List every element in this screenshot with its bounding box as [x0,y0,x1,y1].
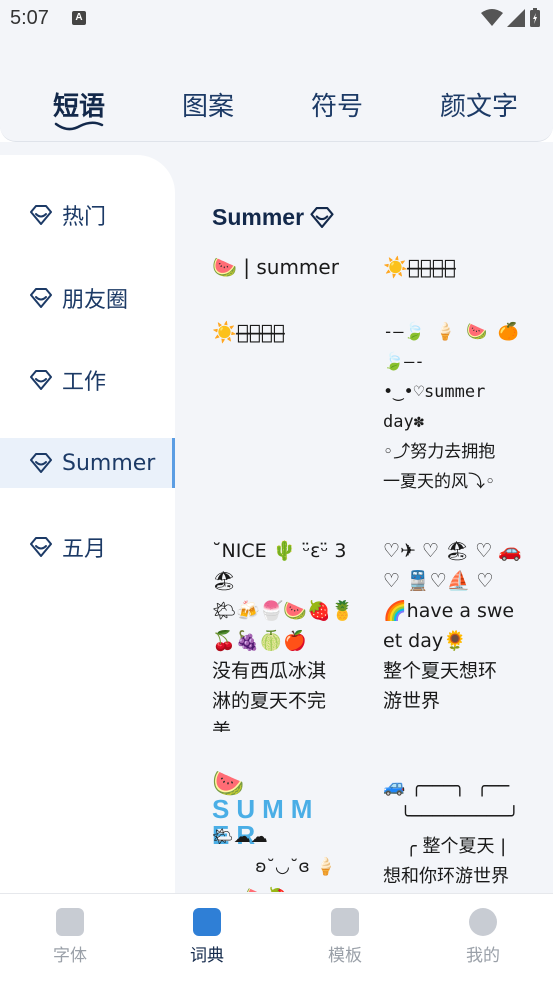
top-tab-bar: 短语 图案 符号 颜文字 [0,36,553,142]
status-icons [481,8,541,28]
status-time: 5:07 [10,7,49,29]
phrase-item[interactable]: 🚙 ╭───╮ ╭── ╰─────────╯ ╭ 整个夏天 | 想和你环游世界 [383,772,551,892]
bottom-nav: 字体 词典 模板 我的 [0,893,553,984]
battery-icon [530,8,540,27]
tab-kaomoji[interactable]: 颜文字 [440,86,518,123]
nav-dictionary[interactable]: 词典 [167,908,247,966]
diamond-icon [310,207,334,228]
diamond-icon [30,288,52,308]
sidebar-item-work[interactable]: 工作 [0,355,175,405]
profile-icon [469,908,497,936]
status-bar: 5:07 A [0,0,553,36]
section-title-text: Summer [212,204,305,230]
wifi-icon [481,9,503,26]
phrase-item[interactable]: ˘NICE 🌵 ᵕ̈ɛᵕ̈ 3 🏖 🌤🍻🍧🍉🍓🍍 🍒🍇🍈🍎 没有西瓜冰淇 淋的夏… [212,536,372,732]
font-icon [56,908,84,936]
phrase-item[interactable]: -—🍃 🍦 🍉 🍊 🍃—- •‿•♡summer day✽ ◦⤴努力去拥抱 一夏… [383,317,551,497]
nav-font[interactable]: 字体 [30,908,110,966]
sidebar-item-summer[interactable]: Summer [0,438,175,488]
phrase-item[interactable]: ☀️热̶̶到̶̶冒̶̶烟̶ [383,252,548,284]
phrase-item[interactable]: 🍉 | summer [212,252,372,284]
sidebar-item-may[interactable]: 五月 [0,522,175,572]
nav-profile[interactable]: 我的 [443,908,523,966]
diamond-icon [30,453,52,473]
sidebar-item-hot[interactable]: 热门 [0,190,175,240]
phrase-item[interactable]: ☀️热̶̶到̶̶冒̶̶汗̶ [212,317,372,349]
phrase-item[interactable]: 🌤☁☁ ʚ˘◡˘ɞ 🍦 ~~ 🍉🍓 [212,822,377,892]
active-indicator [172,438,175,488]
sidebar-item-label: 五月 [62,537,107,562]
diamond-icon [30,205,52,225]
diamond-icon [30,370,52,390]
diamond-icon [30,537,52,557]
tab-phrases[interactable]: 短语 [53,86,105,123]
tab-patterns[interactable]: 图案 [182,86,234,123]
section-title: Summer [212,204,334,231]
sidebar-item-label: Summer [62,450,156,476]
tab-symbols[interactable]: 符号 [311,86,363,123]
template-icon [331,908,359,936]
tab-active-underline [54,121,104,131]
sidebar-item-label: 朋友圈 [62,288,129,313]
nav-label: 词典 [190,946,224,966]
phrase-item[interactable]: ♡✈ ♡ 🏖 ♡ 🚗 ♡ 🚆♡⛵ ♡ 🌈have a swe et day🌻 整… [383,536,551,716]
nav-label: 字体 [53,946,87,966]
dictionary-icon [193,908,221,936]
sidebar-item-moments[interactable]: 朋友圈 [0,273,175,323]
nav-template[interactable]: 模板 [305,908,385,966]
sidebar-item-label: 热门 [62,205,107,230]
notification-a-icon: A [72,11,86,25]
nav-label: 我的 [466,946,500,966]
sidebar: 热门 朋友圈 工作 Summer 五月 [0,155,175,895]
signal-icon [507,9,525,27]
nav-label: 模板 [328,946,362,966]
sidebar-item-label: 工作 [62,370,107,395]
